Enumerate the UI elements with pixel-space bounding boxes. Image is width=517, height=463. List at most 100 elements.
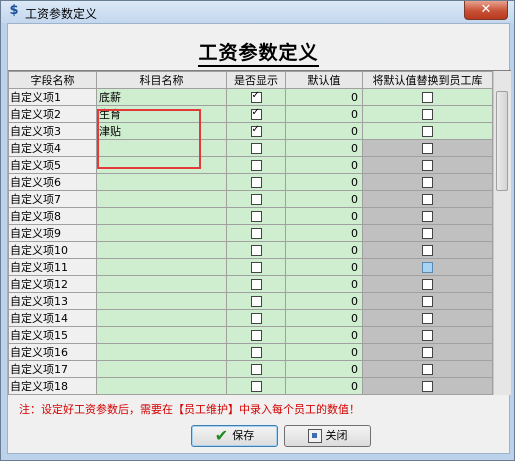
table-row[interactable]: 自定义项4 0 <box>8 139 493 157</box>
replace-checkbox-cell[interactable] <box>362 258 493 276</box>
default-value-cell[interactable]: 0 <box>285 343 363 361</box>
replace-checkbox-cell[interactable] <box>362 224 493 242</box>
replace-checkbox-cell[interactable] <box>362 190 493 208</box>
replace-checkbox[interactable] <box>422 381 433 392</box>
show-checkbox-cell[interactable] <box>226 258 286 276</box>
replace-checkbox[interactable] <box>422 126 433 137</box>
replace-checkbox-cell[interactable] <box>362 275 493 293</box>
show-checkbox[interactable] <box>250 228 262 239</box>
show-checkbox[interactable] <box>250 245 262 256</box>
subject-name-cell[interactable] <box>96 377 227 395</box>
default-value-cell[interactable]: 0 <box>285 377 363 395</box>
default-value-cell[interactable]: 0 <box>285 275 363 293</box>
subject-name-cell[interactable] <box>96 275 227 293</box>
show-checkbox-cell[interactable] <box>226 224 286 242</box>
subject-name-cell[interactable] <box>96 309 227 327</box>
show-checkbox[interactable] <box>250 124 262 137</box>
show-checkbox[interactable] <box>250 330 262 341</box>
table-row[interactable]: 自定义项16 0 <box>8 343 493 361</box>
replace-checkbox[interactable] <box>422 160 433 171</box>
replace-checkbox[interactable] <box>422 143 433 154</box>
show-checkbox[interactable] <box>250 279 262 290</box>
default-value-cell[interactable]: 0 <box>285 190 363 208</box>
table-row[interactable]: 自定义项8 0 <box>8 207 493 225</box>
col-header-default[interactable]: 默认值 <box>285 71 363 89</box>
table-row[interactable]: 自定义项15 0 <box>8 326 493 344</box>
replace-checkbox[interactable] <box>422 262 433 273</box>
show-checkbox[interactable] <box>250 313 262 324</box>
table-row[interactable]: 自定义项14 0 <box>8 309 493 327</box>
replace-checkbox-cell[interactable] <box>362 122 493 140</box>
table-row[interactable]: 自定义项12 0 <box>8 275 493 293</box>
default-value-cell[interactable]: 0 <box>285 241 363 259</box>
replace-checkbox[interactable] <box>422 245 433 256</box>
replace-checkbox-cell[interactable] <box>362 105 493 123</box>
show-checkbox-cell[interactable] <box>226 190 286 208</box>
replace-checkbox[interactable] <box>422 296 433 307</box>
show-checkbox-cell[interactable] <box>226 173 286 191</box>
scrollbar-thumb[interactable] <box>496 91 508 191</box>
subject-name-cell[interactable] <box>96 326 227 344</box>
subject-name-cell[interactable] <box>96 139 227 157</box>
replace-checkbox-cell[interactable] <box>362 343 493 361</box>
close-button[interactable]: 关闭 <box>284 425 371 447</box>
replace-checkbox-cell[interactable] <box>362 88 493 106</box>
default-value-cell[interactable]: 0 <box>285 156 363 174</box>
default-value-cell[interactable]: 0 <box>285 258 363 276</box>
subject-name-cell[interactable] <box>96 241 227 259</box>
replace-checkbox[interactable] <box>422 194 433 205</box>
replace-checkbox-cell[interactable] <box>362 241 493 259</box>
replace-checkbox[interactable] <box>422 364 433 375</box>
table-row[interactable]: 自定义项18 0 <box>8 377 493 395</box>
show-checkbox-cell[interactable] <box>226 122 286 140</box>
default-value-cell[interactable]: 0 <box>285 360 363 378</box>
close-window-button[interactable]: ✕ <box>464 1 508 20</box>
show-checkbox[interactable] <box>250 143 262 154</box>
default-value-cell[interactable]: 0 <box>285 326 363 344</box>
subject-name-cell[interactable] <box>96 190 227 208</box>
title-bar[interactable]: $ 工资参数定义 ✕ <box>1 1 514 23</box>
replace-checkbox[interactable] <box>422 211 433 222</box>
default-value-cell[interactable]: 0 <box>285 207 363 225</box>
replace-checkbox[interactable] <box>422 330 433 341</box>
default-value-cell[interactable]: 0 <box>285 122 363 140</box>
show-checkbox-cell[interactable] <box>226 139 286 157</box>
col-header-replace[interactable]: 将默认值替换到员工库 <box>362 71 493 89</box>
show-checkbox-cell[interactable] <box>226 241 286 259</box>
subject-name-cell[interactable] <box>96 258 227 276</box>
show-checkbox-cell[interactable] <box>226 326 286 344</box>
save-button[interactable]: ✔ 保存 <box>191 425 278 447</box>
default-value-cell[interactable]: 0 <box>285 88 363 106</box>
subject-name-cell[interactable] <box>96 292 227 310</box>
show-checkbox[interactable] <box>250 107 262 120</box>
replace-checkbox-cell[interactable] <box>362 207 493 225</box>
subject-name-cell[interactable] <box>96 156 227 174</box>
show-checkbox-cell[interactable] <box>226 156 286 174</box>
show-checkbox-cell[interactable] <box>226 88 286 106</box>
table-row[interactable]: 自定义项10 0 <box>8 241 493 259</box>
replace-checkbox-cell[interactable] <box>362 139 493 157</box>
show-checkbox[interactable] <box>250 347 262 358</box>
show-checkbox[interactable] <box>250 177 262 188</box>
show-checkbox[interactable] <box>250 262 262 273</box>
show-checkbox[interactable] <box>250 160 262 171</box>
replace-checkbox[interactable] <box>422 177 433 188</box>
replace-checkbox-cell[interactable] <box>362 326 493 344</box>
show-checkbox-cell[interactable] <box>226 343 286 361</box>
default-value-cell[interactable]: 0 <box>285 309 363 327</box>
col-header-show[interactable]: 是否显示 <box>226 71 286 89</box>
default-value-cell[interactable]: 0 <box>285 139 363 157</box>
default-value-cell[interactable]: 0 <box>285 105 363 123</box>
vertical-scrollbar[interactable] <box>493 71 511 395</box>
replace-checkbox[interactable] <box>422 92 433 103</box>
replace-checkbox-cell[interactable] <box>362 292 493 310</box>
show-checkbox-cell[interactable] <box>226 207 286 225</box>
subject-name-cell[interactable]: 生育 <box>96 105 227 123</box>
col-header-field[interactable]: 字段名称 <box>8 71 97 89</box>
replace-checkbox[interactable] <box>422 347 433 358</box>
show-checkbox[interactable] <box>250 211 262 222</box>
show-checkbox-cell[interactable] <box>226 309 286 327</box>
table-row[interactable]: 自定义项9 0 <box>8 224 493 242</box>
replace-checkbox-cell[interactable] <box>362 173 493 191</box>
show-checkbox[interactable] <box>250 90 262 103</box>
